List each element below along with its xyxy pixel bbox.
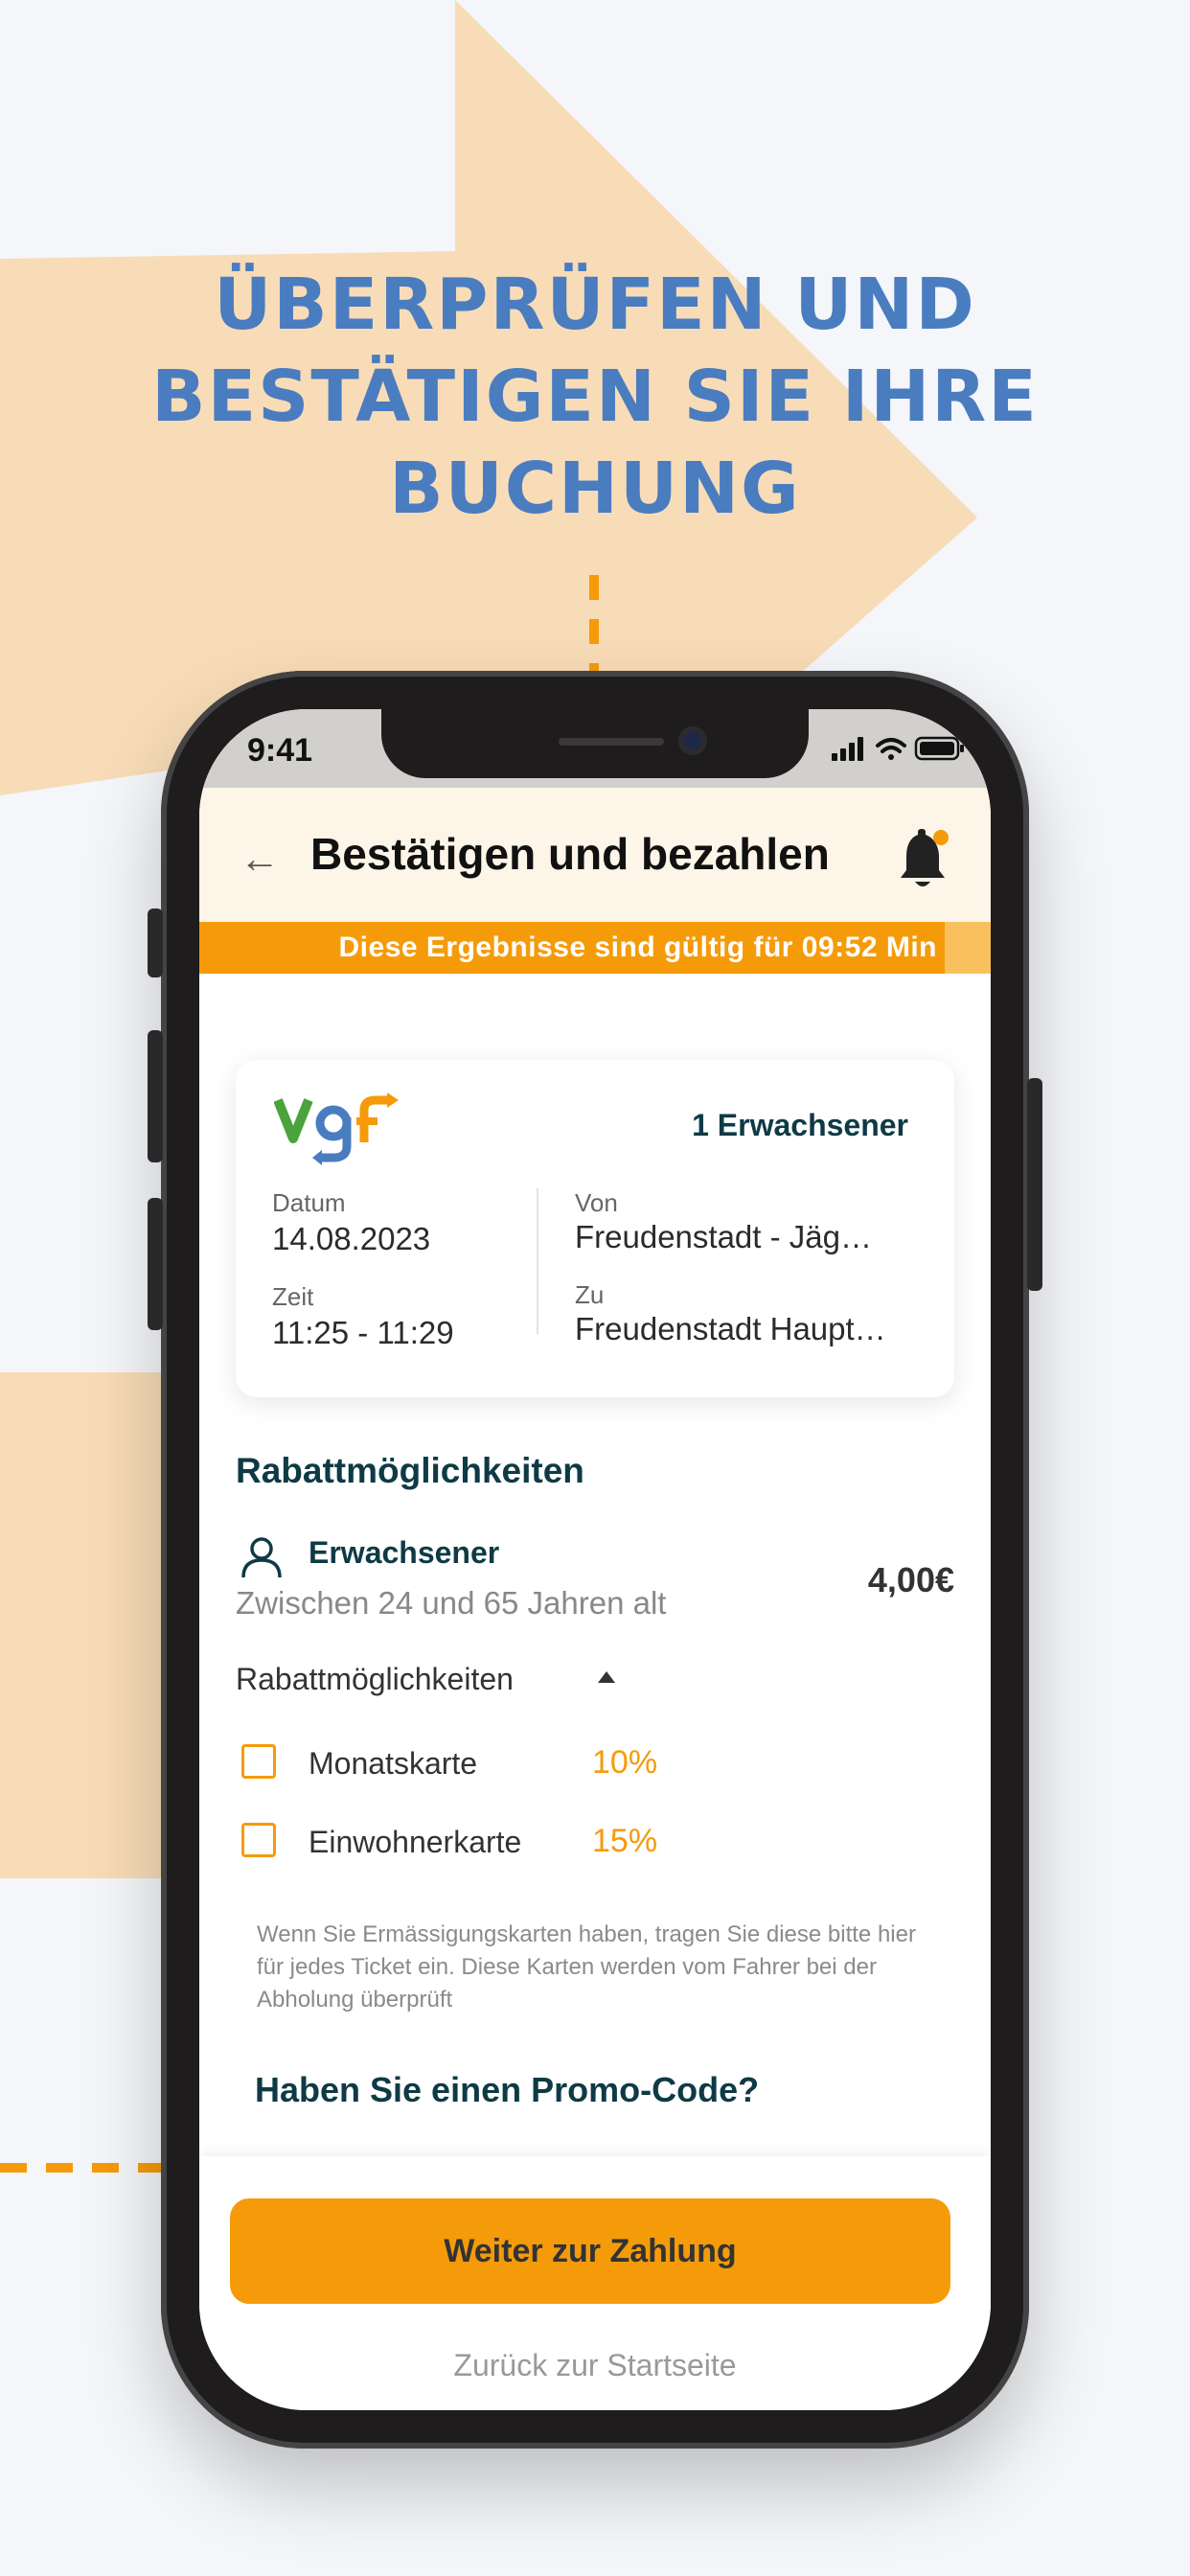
passenger-type: Erwachsener bbox=[309, 1535, 500, 1570]
discount-option-label: Monatskarte bbox=[309, 1746, 478, 1781]
promo-headline: ÜBERPRÜFEN UND BESTÄTIGEN SIE IHRE BUCHU… bbox=[0, 259, 1190, 535]
status-time: 9:41 bbox=[247, 732, 313, 769]
discount-option-label: Einwohnerkarte bbox=[309, 1825, 522, 1859]
headline-line-2: BESTÄTIGEN SIE IHRE bbox=[151, 356, 1039, 438]
bottom-action-panel: Weiter zur Zahlung Zurück zur Startseite bbox=[199, 2156, 991, 2410]
wifi-icon bbox=[876, 738, 906, 760]
signal-icon bbox=[832, 737, 863, 761]
front-camera bbox=[678, 726, 707, 755]
back-arrow-icon[interactable]: ← bbox=[240, 836, 280, 882]
back-to-home-link[interactable]: Zurück zur Startseite bbox=[199, 2348, 991, 2383]
ticket-price: 4,00€ bbox=[867, 1560, 954, 1599]
page-title: Bestätigen und bezahlen bbox=[310, 829, 830, 879]
validity-text: Diese Ergebnisse sind gültig für 09:52 M… bbox=[338, 932, 937, 963]
banner-progress-end bbox=[945, 922, 991, 974]
date-label: Datum bbox=[272, 1188, 346, 1217]
validity-banner: Diese Ergebnisse sind gültig für 09:52 M… bbox=[199, 922, 991, 974]
from-value: Freudenstadt - Jäg… bbox=[575, 1219, 872, 1254]
time-value: 11:25 - 11:29 bbox=[272, 1315, 454, 1350]
power-button bbox=[1027, 1078, 1042, 1291]
promo-code-toggle[interactable]: Haben Sie einen Promo-Code? bbox=[255, 2070, 759, 2110]
monatskarte-checkbox[interactable] bbox=[241, 1744, 276, 1779]
status-bar: 9:41 bbox=[199, 709, 991, 788]
from-label: Von bbox=[575, 1188, 618, 1217]
person-icon bbox=[240, 1535, 284, 1584]
discount-toggle[interactable]: Rabattmöglichkeiten bbox=[236, 1662, 514, 1697]
card-divider bbox=[537, 1188, 538, 1334]
discount-option-percent: 10% bbox=[592, 1744, 658, 1781]
caret-up-icon[interactable] bbox=[598, 1671, 615, 1683]
volume-up-button bbox=[148, 1030, 163, 1162]
headline-line-1: ÜBERPRÜFEN UND bbox=[214, 264, 976, 346]
headline-line-3: BUCHUNG bbox=[389, 448, 801, 530]
time-label: Zeit bbox=[272, 1282, 314, 1311]
status-icons bbox=[832, 734, 966, 768]
date-value: 14.08.2023 bbox=[272, 1221, 431, 1256]
to-label: Zu bbox=[575, 1280, 605, 1309]
volume-down-button bbox=[148, 1198, 163, 1330]
passenger-count: 1 Erwachsener bbox=[692, 1108, 908, 1142]
discount-card-note: Wenn Sie Ermässigungskarten haben, trage… bbox=[257, 1921, 916, 2012]
to-value: Freudenstadt Haupt… bbox=[575, 1311, 886, 1346]
discounts-section-title: Rabattmöglichkeiten bbox=[236, 1451, 584, 1490]
app-header: ← Bestätigen und bezahlen bbox=[199, 788, 991, 922]
battery-icon bbox=[914, 736, 964, 761]
ticket-summary-card: 1 Erwachsener Datum 14.08.2023 Zeit 11:2… bbox=[236, 1060, 954, 1397]
phone-screen: 9:41 ← Bestätigen und bezahlen Diese Erg… bbox=[199, 709, 991, 2410]
speaker bbox=[559, 738, 664, 746]
continue-to-payment-button[interactable]: Weiter zur Zahlung bbox=[230, 2198, 950, 2304]
vgf-logo bbox=[273, 1089, 399, 1170]
bell-icon[interactable] bbox=[897, 828, 954, 900]
mute-switch bbox=[148, 908, 163, 978]
discount-option-percent: 15% bbox=[592, 1823, 658, 1859]
einwohnerkarte-checkbox[interactable] bbox=[241, 1823, 276, 1857]
passenger-age-range: Zwischen 24 und 65 Jahren alt bbox=[236, 1585, 667, 1621]
